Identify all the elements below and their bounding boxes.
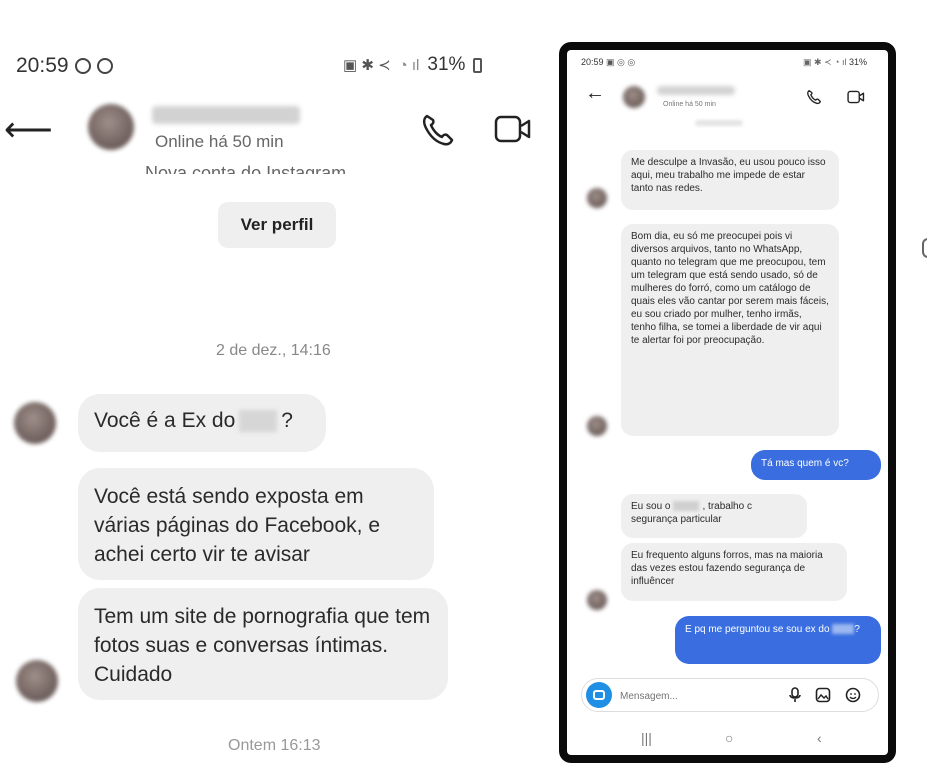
- sent-message-bubble[interactable]: Tá mas quem é vc?: [751, 450, 881, 480]
- message-text: ?: [281, 409, 293, 432]
- message-text: Você está sendo exposta em várias página…: [94, 485, 381, 566]
- message-input[interactable]: [618, 685, 762, 707]
- contact-name-blurred: [152, 106, 300, 124]
- faded-date-divider: [695, 120, 743, 126]
- whatsapp-icon: [74, 58, 91, 74]
- contact-name-blurred: [657, 86, 735, 95]
- battery-percent: 31%: [849, 57, 868, 67]
- redacted-name: [832, 624, 855, 635]
- message-text: Tá mas quem é vc?: [761, 458, 849, 469]
- message-text: Me desculpe a Invasão, eu usou pouco iss…: [631, 157, 826, 194]
- message-bubble[interactable]: Tem um site de pornografia que tem fotos…: [78, 588, 448, 700]
- message-bubble[interactable]: Eu sou o, trabalho c segurança particula…: [621, 494, 807, 538]
- status-time: 20:59: [16, 54, 69, 77]
- message-bubble[interactable]: Eu frequento alguns forros, mas na maior…: [621, 543, 847, 601]
- status-bar: 20:59 ▣ ◎ ◎: [581, 57, 635, 68]
- status-icons: ▣ ✱ ≺ ◔ ıl 31%: [803, 57, 867, 68]
- message-bubble[interactable]: Bom dia, eu só me preocupei pois vi dive…: [621, 224, 839, 436]
- message-bubble[interactable]: Me desculpe a Invasão, eu usou pouco iss…: [621, 150, 839, 210]
- sender-avatar: [587, 590, 607, 610]
- online-status: Online há 50 min: [155, 132, 284, 151]
- notification-icons: ▣ ✱ ≺: [343, 57, 391, 74]
- sticker-icon[interactable]: [844, 686, 862, 704]
- sender-avatar: [587, 416, 607, 436]
- battery-percent: 31%: [427, 54, 466, 75]
- message-bubble[interactable]: Você é a Ex do?: [78, 394, 326, 452]
- phone-icon[interactable]: [805, 88, 823, 106]
- new-account-text: Nova conta do Instagram: [145, 163, 347, 174]
- sender-avatar: [587, 188, 607, 208]
- phone-icon[interactable]: [418, 112, 458, 148]
- avatar[interactable]: [88, 104, 134, 150]
- video-call-icon[interactable]: [494, 114, 532, 144]
- message-text: E pq me perguntou se sou ex do: [685, 624, 830, 635]
- back-arrow-icon[interactable]: ←: [585, 82, 605, 105]
- message-text: Tem um site de pornografia que tem fotos…: [94, 605, 431, 686]
- message-text: Eu sou o: [631, 501, 671, 512]
- battery-icon: [473, 57, 483, 73]
- message-text: Bom dia, eu só me preocupei pois vi dive…: [631, 231, 829, 346]
- video-call-icon[interactable]: [847, 90, 865, 104]
- edge-marker: [922, 238, 927, 258]
- message-text: Você é a Ex do: [94, 409, 236, 432]
- phone-frame: 20:59 ▣ ◎ ◎ ▣ ✱ ≺ ◔ ıl 31% ← Online há 5…: [559, 42, 896, 763]
- date-divider: Ontem 16:13: [228, 737, 321, 754]
- avatar[interactable]: [623, 86, 645, 108]
- left-screenshot: 20:59 ▣ ✱ ≺ ◔ ıl 31% ⟵ Online há 50 min …: [0, 0, 545, 777]
- back-arrow-icon[interactable]: ⟵: [4, 110, 53, 150]
- date-divider: 2 de dez., 14:16: [216, 342, 331, 359]
- camera-icon[interactable]: [586, 682, 612, 708]
- redacted-name: [239, 410, 278, 433]
- message-text: Eu frequento alguns forros, mas na maior…: [631, 550, 823, 587]
- wifi-signal-icon: ◔ ıl: [398, 56, 420, 74]
- recent-apps-icon[interactable]: |||: [641, 730, 652, 746]
- signal-icons: ▣ ✱ ≺ ◔ ıl: [803, 57, 850, 67]
- message-composer: [581, 678, 879, 712]
- online-status: Online há 50 min: [663, 101, 716, 108]
- back-nav-icon[interactable]: ‹: [817, 730, 822, 746]
- message-text: ?: [854, 624, 860, 635]
- whatsapp-icon: [96, 58, 113, 74]
- redacted-name: [673, 501, 700, 512]
- gallery-icon[interactable]: [814, 686, 832, 704]
- status-time: 20:59: [581, 57, 604, 67]
- microphone-icon[interactable]: [786, 686, 804, 704]
- home-icon[interactable]: ○: [725, 730, 733, 746]
- status-icons-left: ▣ ◎ ◎: [606, 57, 636, 67]
- view-profile-button[interactable]: Ver perfil: [218, 202, 336, 248]
- sent-message-bubble[interactable]: E pq me perguntou se sou ex do ?: [675, 616, 881, 664]
- sender-avatar: [14, 402, 56, 444]
- sender-avatar: [16, 660, 58, 702]
- chat-header: ⟵ Online há 50 min: [0, 96, 545, 166]
- status-bar: 20:59: [16, 54, 113, 78]
- phone-screen: 20:59 ▣ ◎ ◎ ▣ ✱ ≺ ◔ ıl 31% ← Online há 5…: [567, 50, 888, 755]
- status-icons: ▣ ✱ ≺ ◔ ıl 31%: [343, 54, 483, 76]
- message-bubble[interactable]: Você está sendo exposta em várias página…: [78, 468, 434, 580]
